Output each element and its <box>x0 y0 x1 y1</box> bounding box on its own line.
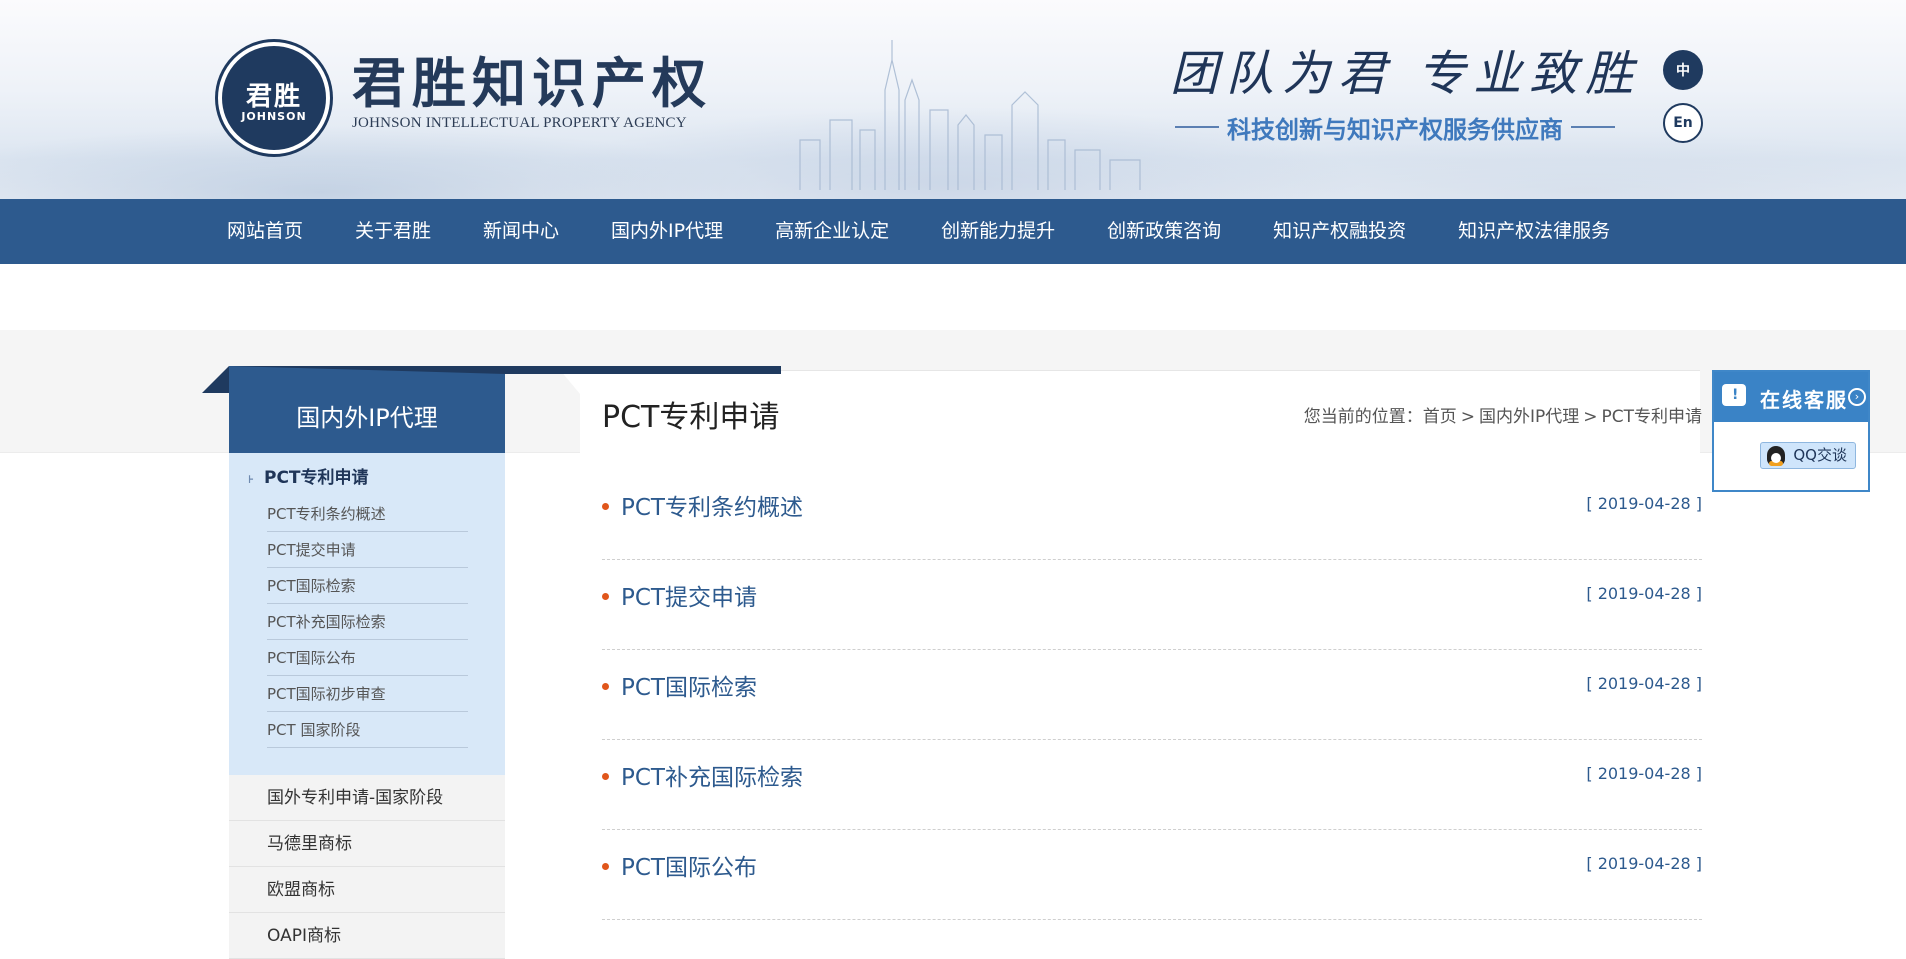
nav-item-hightech[interactable]: 高新企业认定 <box>775 199 889 264</box>
bullet-icon <box>602 593 609 600</box>
sidebar-item[interactable]: OAPI商标 <box>229 913 505 959</box>
article-date: [ 2019-04-28 ] <box>1586 494 1702 513</box>
qq-chat-label: QQ交谈 <box>1793 446 1847 464</box>
article-link[interactable]: PCT提交申请 <box>621 578 757 612</box>
logo-emblem[interactable]: 君胜 JOHNSON <box>218 42 330 154</box>
article-date: [ 2019-04-28 ] <box>1586 674 1702 693</box>
sidebar-subitem[interactable]: PCT补充国际检索 <box>267 604 468 640</box>
sidebar-subitem[interactable]: PCT专利条约概述 <box>267 496 468 532</box>
article-date: [ 2019-04-28 ] <box>1586 854 1702 873</box>
logo-emblem-cn: 君胜 <box>245 82 302 112</box>
nav-item-home[interactable]: 网站首页 <box>227 199 303 264</box>
city-skyline-illustration <box>799 40 1141 190</box>
qq-chat-button[interactable]: QQ交谈 <box>1760 442 1856 469</box>
online-service-label: 在线客服 <box>1760 388 1848 412</box>
sidebar-item[interactable]: 马德里商标 <box>229 821 505 867</box>
article-link[interactable]: PCT专利条约概述 <box>621 488 803 522</box>
bullet-icon <box>602 683 609 690</box>
list-item: PCT补充国际检索 [ 2019-04-28 ] <box>602 740 1702 830</box>
list-item: PCT专利条约概述 [ 2019-04-28 ] <box>602 470 1702 560</box>
breadcrumb-separator: > <box>1460 407 1475 427</box>
slogan-dash-left <box>1175 126 1219 128</box>
article-list: PCT专利条约概述 [ 2019-04-28 ] PCT提交申请 [ 2019-… <box>602 470 1702 920</box>
sidebar-subitem[interactable]: PCT国际初步审查 <box>267 676 468 712</box>
article-date: [ 2019-04-28 ] <box>1586 584 1702 603</box>
header-slogan: 团队为君 专业致胜 <box>1170 46 1642 102</box>
sidebar-item[interactable]: 国外专利申请-国家阶段 <box>229 775 505 821</box>
sidebar-current-item[interactable]: ⊦ PCT专利申请 <box>248 463 369 488</box>
online-service-widget: ! 在线客服 › QQ交谈 <box>1712 370 1870 492</box>
bullet-icon <box>602 863 609 870</box>
lang-chinese-button[interactable]: 中 <box>1663 50 1703 90</box>
breadcrumb-link-home[interactable]: 首页 <box>1423 407 1457 427</box>
page-title: PCT专利申请 <box>602 400 780 435</box>
nav-item-legal[interactable]: 知识产权法律服务 <box>1458 199 1610 264</box>
nav-item-innovation[interactable]: 创新能力提升 <box>941 199 1055 264</box>
sidebar-notch <box>202 366 229 393</box>
online-service-header[interactable]: ! 在线客服 › <box>1714 372 1868 422</box>
article-link[interactable]: PCT补充国际检索 <box>621 758 803 792</box>
list-item: PCT提交申请 [ 2019-04-28 ] <box>602 560 1702 650</box>
nav-item-ip-agency[interactable]: 国内外IP代理 <box>611 199 723 264</box>
breadcrumb-current[interactable]: PCT专利申请 <box>1601 407 1702 427</box>
bullet-icon <box>602 773 609 780</box>
list-item: PCT国际公布 [ 2019-04-28 ] <box>602 830 1702 920</box>
breadcrumb-separator: > <box>1583 407 1598 427</box>
article-link[interactable]: PCT国际公布 <box>621 848 757 882</box>
nav-item-news[interactable]: 新闻中心 <box>483 199 559 264</box>
header-slogan-sub: 科技创新与知识产权服务供应商 <box>1175 112 1615 144</box>
chevron-right-icon[interactable]: › <box>1848 388 1866 406</box>
sidebar-submenu: ⊦ PCT专利申请 PCT专利条约概述 PCT提交申请 PCT国际检索 PCT补充… <box>229 453 505 775</box>
main-nav: 网站首页 关于君胜 新闻中心 国内外IP代理 高新企业认定 创新能力提升 创新政… <box>0 199 1906 264</box>
sidebar-subitem[interactable]: PCT 国家阶段 <box>267 712 468 748</box>
qq-penguin-icon <box>1767 446 1785 466</box>
logo-subtitle: JOHNSON INTELLECTUAL PROPERTY AGENCY <box>352 115 687 131</box>
logo-emblem-en: JOHNSON <box>241 110 307 123</box>
sidebar-subitem[interactable]: PCT国际公布 <box>267 640 468 676</box>
nav-item-about[interactable]: 关于君胜 <box>355 199 431 264</box>
sidebar-current-label: PCT专利申请 <box>264 468 369 488</box>
sidebar-other-items: 国外专利申请-国家阶段 马德里商标 欧盟商标 OAPI商标 <box>229 775 505 959</box>
bullet-icon <box>602 503 609 510</box>
breadcrumb-link-category[interactable]: 国内外IP代理 <box>1479 407 1579 427</box>
sidebar-subitem[interactable]: PCT提交申请 <box>267 532 468 568</box>
tree-branch-icon: ⊦ <box>248 473 254 486</box>
article-date: [ 2019-04-28 ] <box>1586 764 1702 783</box>
list-item: PCT国际检索 [ 2019-04-28 ] <box>602 650 1702 740</box>
nav-item-investment[interactable]: 知识产权融投资 <box>1273 199 1406 264</box>
logo-title[interactable]: 君胜知识产权 <box>352 52 712 114</box>
sidebar-item[interactable]: 欧盟商标 <box>229 867 505 913</box>
article-link[interactable]: PCT国际检索 <box>621 668 757 702</box>
sidebar-heading: 国内外IP代理 <box>229 366 781 453</box>
nav-item-policy[interactable]: 创新政策咨询 <box>1107 199 1221 264</box>
breadcrumb-prefix: 您当前的位置： <box>1303 407 1423 427</box>
site-header: 君胜 JOHNSON 君胜知识产权 JOHNSON INTELLECTUAL P… <box>0 0 1906 199</box>
chat-alert-icon: ! <box>1722 384 1746 406</box>
breadcrumb: 您当前的位置：首页 > 国内外IP代理 > PCT专利申请 <box>1304 402 1702 427</box>
sidebar-subitem[interactable]: PCT国际检索 <box>267 568 468 604</box>
slogan-dash-right <box>1571 126 1615 128</box>
slogan-sub-text: 科技创新与知识产权服务供应商 <box>1227 115 1563 144</box>
lang-english-button[interactable]: En <box>1663 103 1703 143</box>
